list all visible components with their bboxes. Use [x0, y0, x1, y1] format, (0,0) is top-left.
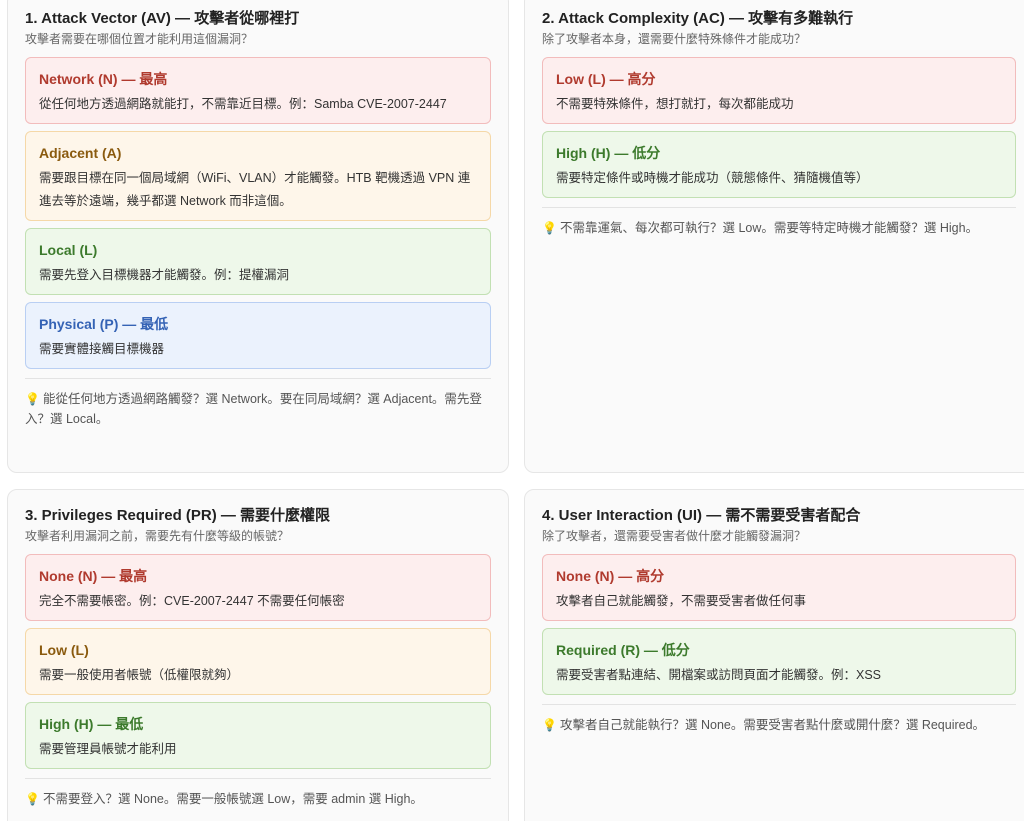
option-desc: 需要實體接觸目標機器	[39, 342, 165, 356]
attack-complexity-card: 2. Attack Complexity (AC) — 攻擊有多難執行 除了攻擊…	[524, 0, 1024, 473]
lightbulb-icon: 💡	[25, 392, 40, 406]
card-title: 4. User Interaction (UI) — 需不需要受害者配合	[542, 507, 861, 524]
tip-content: 不需要登入？選 None。需要一般帳號選 Low，需要 admin 選 High…	[43, 792, 423, 806]
tip-section: 💡 不需要登入？選 None。需要一般帳號選 Low，需要 admin 選 Hig…	[25, 778, 491, 809]
tip-section: 💡 能從任何地方透過網路觸發？選 Network。要在同局域網？選 Adjacen…	[25, 378, 491, 429]
option-name: Required (R) — 低分	[556, 642, 690, 658]
lightbulb-icon: 💡	[25, 792, 40, 806]
option-low[interactable]: Low (L) — 高分 不需要特殊條件，想打就打，每次都能成功	[542, 57, 1016, 124]
tip-content: 能從任何地方透過網路觸發？選 Network。要在同局域網？選 Adjacent…	[25, 392, 482, 426]
card-title: 2. Attack Complexity (AC) — 攻擊有多難執行	[542, 10, 854, 27]
option-desc: 需要跟目標在同一個局域網（WiFi、VLAN）才能觸發。HTB 靶機透過 VPN…	[39, 171, 471, 208]
option-name: Low (L) — 高分	[556, 71, 656, 87]
option-desc: 需要先登入目標機器才能觸發。例：提權漏洞	[39, 268, 290, 282]
option-physical[interactable]: Physical (P) — 最低 需要實體接觸目標機器	[25, 302, 491, 369]
option-name: Adjacent (A)	[39, 145, 122, 161]
tip-text: 💡 攻擊者自己就能執行？選 None。需要受害者點什麼或開什麼？選 Require…	[542, 715, 1016, 735]
option-name: None (N) — 高分	[556, 568, 665, 584]
option-desc: 攻擊者自己就能觸發，不需要受害者做任何事	[556, 594, 807, 608]
tip-content: 攻擊者自己就能執行？選 None。需要受害者點什麼或開什麼？選 Required…	[560, 718, 986, 732]
option-name: High (H) — 低分	[556, 145, 661, 161]
privileges-required-card: 3. Privileges Required (PR) — 需要什麼權限 攻擊者…	[7, 489, 509, 821]
option-desc: 從任何地方透過網路就能打，不需靠近目標。例：Samba CVE-2007-244…	[39, 97, 447, 111]
option-desc: 需要一般使用者帳號（低權限就夠）	[39, 668, 240, 682]
tip-text: 💡 能從任何地方透過網路觸發？選 Network。要在同局域網？選 Adjacen…	[25, 389, 491, 429]
tip-text: 💡 不需靠運氣、每次都可執行？選 Low。需要等特定時機才能觸發？選 High。	[542, 218, 1016, 238]
user-interaction-card: 4. User Interaction (UI) — 需不需要受害者配合 除了攻…	[524, 489, 1024, 821]
tip-content: 不需靠運氣、每次都可執行？選 Low。需要等特定時機才能觸發？選 High。	[560, 221, 979, 235]
option-desc: 需要管理員帳號才能利用	[39, 742, 177, 756]
option-name: Network (N) — 最高	[39, 71, 168, 87]
option-name: Physical (P) — 最低	[39, 316, 169, 332]
card-subtitle: 攻擊者利用漏洞之前，需要先有什麼等級的帳號？	[25, 529, 290, 543]
option-none[interactable]: None (N) — 最高 完全不需要帳密。例：CVE-2007-2447 不需…	[25, 554, 491, 621]
tip-text: 💡 不需要登入？選 None。需要一般帳號選 Low，需要 admin 選 Hig…	[25, 789, 491, 809]
lightbulb-icon: 💡	[542, 221, 557, 235]
card-subtitle: 除了攻擊者本身，還需要什麼特殊條件才能成功？	[542, 32, 807, 46]
card-title: 1. Attack Vector (AV) — 攻擊者從哪裡打	[25, 10, 300, 27]
option-name: Low (L)	[39, 642, 89, 658]
option-name: High (H) — 最低	[39, 716, 144, 732]
option-local[interactable]: Local (L) 需要先登入目標機器才能觸發。例：提權漏洞	[25, 228, 491, 295]
option-name: Local (L)	[39, 242, 98, 258]
lightbulb-icon: 💡	[542, 718, 557, 732]
option-desc: 不需要特殊條件，想打就打，每次都能成功	[556, 97, 794, 111]
option-high[interactable]: High (H) — 低分 需要特定條件或時機才能成功（競態條件、猜隨機值等）	[542, 131, 1016, 198]
option-desc: 需要特定條件或時機才能成功（競態條件、猜隨機值等）	[556, 171, 869, 185]
attack-vector-card: 1. Attack Vector (AV) — 攻擊者從哪裡打 攻擊者需要在哪個…	[7, 0, 509, 473]
tip-section: 💡 攻擊者自己就能執行？選 None。需要受害者點什麼或開什麼？選 Require…	[542, 704, 1016, 735]
card-subtitle: 除了攻擊者，還需要受害者做什麼才能觸發漏洞？	[542, 529, 807, 543]
option-network[interactable]: Network (N) — 最高 從任何地方透過網路就能打，不需靠近目標。例：S…	[25, 57, 491, 124]
option-adjacent[interactable]: Adjacent (A) 需要跟目標在同一個局域網（WiFi、VLAN）才能觸發…	[25, 131, 491, 221]
option-none[interactable]: None (N) — 高分 攻擊者自己就能觸發，不需要受害者做任何事	[542, 554, 1016, 621]
card-title: 3. Privileges Required (PR) — 需要什麼權限	[25, 507, 331, 524]
option-name: None (N) — 最高	[39, 568, 148, 584]
option-desc: 完全不需要帳密。例：CVE-2007-2447 不需要任何帳密	[39, 594, 345, 608]
card-subtitle: 攻擊者需要在哪個位置才能利用這個漏洞？	[25, 32, 254, 46]
tip-section: 💡 不需靠運氣、每次都可執行？選 Low。需要等特定時機才能觸發？選 High。	[542, 207, 1016, 238]
option-required[interactable]: Required (R) — 低分 需要受害者點連結、開檔案或訪問頁面才能觸發。…	[542, 628, 1016, 695]
option-desc: 需要受害者點連結、開檔案或訪問頁面才能觸發。例：XSS	[556, 668, 882, 682]
option-high[interactable]: High (H) — 最低 需要管理員帳號才能利用	[25, 702, 491, 769]
option-low[interactable]: Low (L) 需要一般使用者帳號（低權限就夠）	[25, 628, 491, 695]
